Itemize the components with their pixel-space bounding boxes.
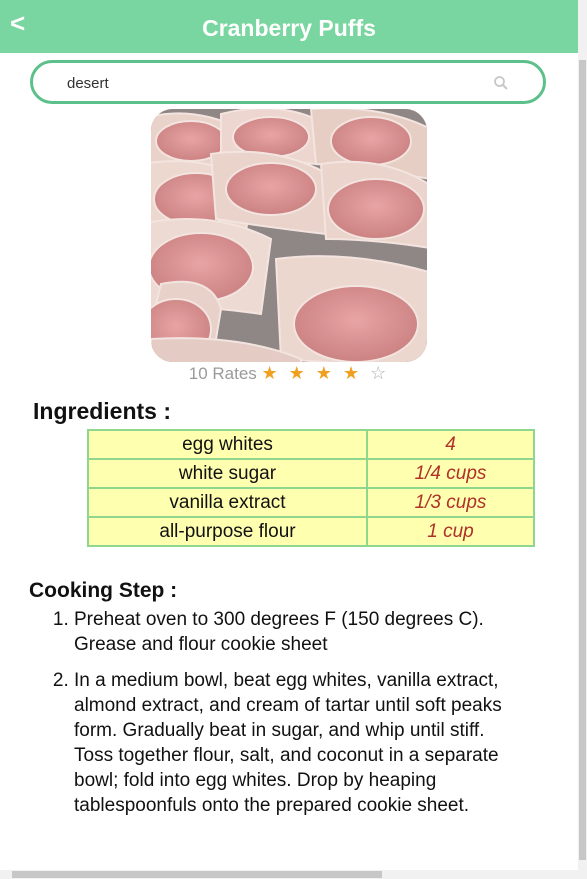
top-app-bar: < Cranberry Puffs: [0, 0, 578, 53]
ingredient-qty: 1 cup: [366, 516, 535, 547]
cooking-steps-heading: Cooking Step :: [29, 579, 178, 602]
ingredient-name: white sugar: [87, 458, 368, 489]
ingredient-qty: 1/4 cups: [366, 458, 535, 489]
star-rating[interactable]: ★ ★ ★ ★ ☆: [262, 363, 390, 383]
search-bar[interactable]: [30, 60, 546, 104]
search-input[interactable]: [67, 73, 487, 93]
rating-row: 10 Rates ★ ★ ★ ★ ☆: [0, 363, 578, 384]
ingredients-heading: Ingredients :: [33, 398, 172, 424]
recipe-photo-illustration: [151, 109, 427, 362]
recipe-photo: [151, 109, 427, 362]
vertical-scroll-thumb[interactable]: [579, 60, 586, 860]
ingredients-table: egg whites 4 white sugar 1/4 cups vanill…: [87, 429, 535, 547]
horizontal-scrollbar[interactable]: [0, 870, 578, 879]
star-empty-icon[interactable]: ☆: [370, 363, 389, 383]
table-row: egg whites 4: [87, 429, 535, 460]
ingredient-name: egg whites: [87, 429, 368, 460]
ingredient-qty: 1/3 cups: [366, 487, 535, 518]
table-row: white sugar 1/4 cups: [87, 458, 535, 489]
table-row: vanilla extract 1/3 cups: [87, 487, 535, 518]
vertical-scrollbar[interactable]: [578, 0, 587, 879]
star-filled-icons[interactable]: ★ ★ ★ ★: [262, 363, 363, 383]
page-title: Cranberry Puffs: [202, 15, 376, 41]
table-row: all-purpose flour 1 cup: [87, 516, 535, 547]
search-icon[interactable]: [493, 75, 509, 91]
cooking-step: Preheat oven to 300 degrees F (150 degre…: [74, 607, 524, 657]
cooking-steps-list: Preheat oven to 300 degrees F (150 degre…: [36, 607, 524, 829]
ingredient-name: vanilla extract: [87, 487, 368, 518]
cooking-step: In a medium bowl, beat egg whites, vanil…: [74, 668, 524, 818]
rates-count: 10 Rates: [188, 364, 257, 383]
ingredient-qty: 4: [366, 429, 535, 460]
horizontal-scroll-thumb[interactable]: [12, 871, 382, 878]
ingredient-name: all-purpose flour: [87, 516, 368, 547]
